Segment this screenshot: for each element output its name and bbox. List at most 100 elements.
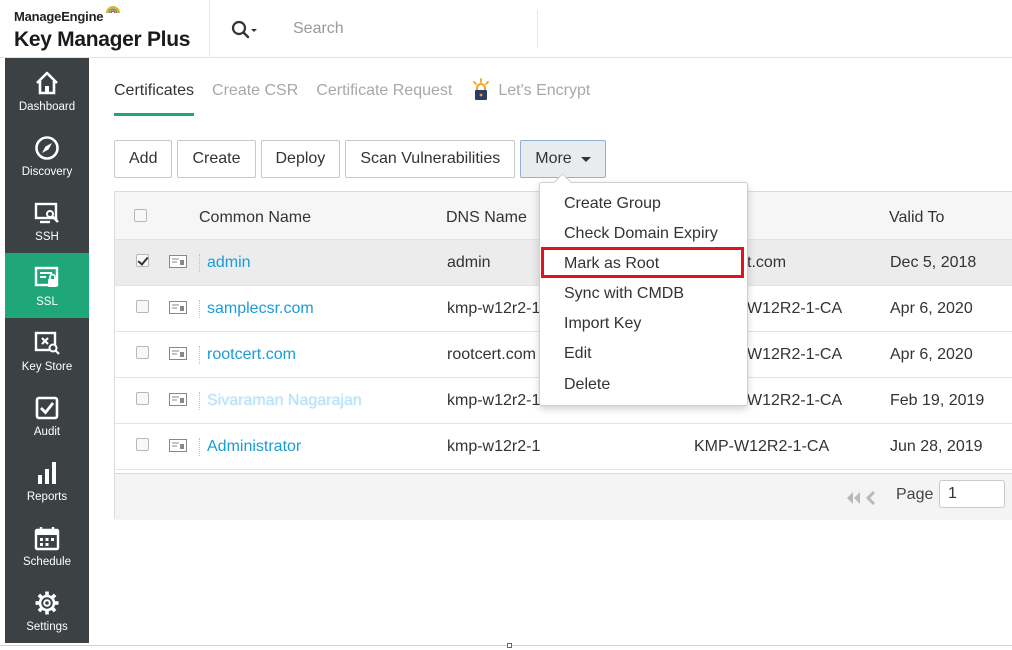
more-dropdown-button[interactable]: More [520, 140, 606, 178]
dns-name-cell: rootcert.com [447, 346, 536, 363]
sidebar-item-label: SSL [36, 295, 58, 308]
column-header-common-name[interactable]: Common Name [199, 209, 311, 227]
common-name-link[interactable]: rootcert.com [207, 346, 296, 364]
sidebar-item-label: Schedule [23, 555, 71, 568]
sidebar-item-discovery[interactable]: Discovery [5, 123, 89, 188]
sidebar-item-dashboard[interactable]: Dashboard [5, 58, 89, 123]
home-icon [36, 71, 58, 94]
menu-item-edit[interactable]: Edit [564, 345, 592, 363]
caret-down-icon [580, 156, 591, 162]
page-number-input[interactable] [939, 480, 1005, 508]
row-checkbox[interactable] [136, 438, 149, 451]
common-name-link[interactable]: Sivaraman Nagarajan [207, 392, 362, 410]
ssh-icon [34, 202, 59, 223]
valid-to-cell: Apr 6, 2020 [890, 300, 973, 317]
tab-certificate-request[interactable]: Certificate Request [316, 82, 452, 116]
sidebar-item-label: Dashboard [18, 100, 76, 113]
issuer-cell: W12R2-1-CA [747, 300, 843, 317]
column-header-dns-name[interactable]: DNS Name [446, 209, 527, 227]
search-icon [231, 20, 257, 39]
brand-arc-icon [106, 6, 120, 14]
row-separator [199, 300, 200, 318]
page-label: Page [896, 486, 934, 503]
row-separator [199, 392, 200, 410]
dns-name-cell: admin [447, 254, 491, 271]
valid-to-cell: Dec 5, 2018 [890, 254, 977, 271]
column-header-valid-to[interactable]: Valid To [889, 209, 944, 227]
product-name: Key Manager Plus [14, 28, 191, 51]
ssl-tabs: Certificates Create CSR Certificate Requ… [114, 78, 608, 116]
sidebar-item-reports[interactable]: Reports [5, 448, 89, 513]
menu-item-delete[interactable]: Delete [564, 376, 610, 394]
menu-item-check-domain-expiry[interactable]: Check Domain Expiry [564, 225, 718, 243]
table-row[interactable]: Administrator kmp-w12r2-1 KMP-W12R2-1-CA… [115, 424, 1012, 470]
dns-name-cell: kmp-w12r2-1 [447, 438, 541, 455]
valid-to-cell: Apr 6, 2020 [890, 346, 973, 363]
deploy-button[interactable]: Deploy [260, 140, 341, 178]
window-bottom-edge [0, 645, 1012, 646]
mark-as-root-highlight [541, 247, 744, 278]
add-button[interactable]: Add [114, 140, 173, 178]
common-name-link[interactable]: admin [207, 254, 251, 272]
search-scope-button[interactable] [230, 19, 260, 41]
common-name-link[interactable]: Administrator [207, 438, 301, 456]
certificate-icon [169, 347, 187, 360]
sidebar-item-label: Discovery [21, 165, 73, 178]
scan-vulnerabilities-button[interactable]: Scan Vulnerabilities [345, 140, 516, 178]
tab-lets-encrypt[interactable]: Let's Encrypt [470, 78, 591, 116]
row-checkbox[interactable] [136, 300, 149, 313]
issuer-cell: KMP-W12R2-1-CA [694, 438, 830, 455]
valid-to-cell: Feb 19, 2019 [890, 392, 985, 409]
table-pagination: Page [115, 473, 1012, 520]
company-name: ManageEngine [14, 9, 104, 24]
certificate-icon [169, 301, 187, 314]
sidebar-item-label: Key Store [21, 360, 73, 373]
tab-certificates[interactable]: Certificates [114, 82, 195, 116]
sidebar-nav: Dashboard Discovery SSH SSL Key Store Au… [5, 58, 89, 643]
gear-icon [35, 591, 59, 614]
dns-name-cell: kmp-w12r2-1 [447, 300, 541, 317]
resize-handle[interactable] [507, 643, 512, 648]
sidebar-item-settings[interactable]: Settings [5, 578, 89, 643]
menu-item-create-group[interactable]: Create Group [564, 195, 661, 213]
top-header: ManageEngine Key Manager Plus [0, 0, 1012, 58]
certificate-toolbar: Add Create Deploy Scan Vulnerabilities M… [114, 140, 611, 178]
select-all-checkbox[interactable] [134, 209, 147, 222]
first-previous-page-icon[interactable] [845, 490, 881, 506]
ssl-certificate-icon [34, 266, 59, 287]
issuer-cell: t.com [747, 254, 787, 271]
calendar-icon [34, 526, 60, 550]
tab-label: Let's Encrypt [498, 82, 591, 99]
create-button[interactable]: Create [177, 140, 256, 178]
menu-item-sync-with-cmdb[interactable]: Sync with CMDB [564, 285, 684, 303]
row-checkbox[interactable] [136, 254, 149, 267]
menu-item-import-key[interactable]: Import Key [564, 315, 641, 333]
search-input[interactable] [280, 10, 538, 48]
sidebar-item-label: Settings [26, 620, 68, 633]
more-button-label: More [535, 150, 572, 167]
row-separator [199, 438, 200, 456]
lets-encrypt-icon [473, 78, 490, 100]
valid-to-cell: Jun 28, 2019 [890, 438, 983, 455]
sidebar-item-ssh[interactable]: SSH [5, 188, 89, 253]
audit-check-icon [35, 396, 59, 419]
brand-logo[interactable]: ManageEngine Key Manager Plus [0, 0, 210, 58]
issuer-cell: W12R2-1-CA [747, 392, 843, 409]
common-name-link[interactable]: samplecsr.com [207, 300, 314, 318]
sidebar-item-label: Audit [33, 425, 61, 438]
dns-name-cell: kmp-w12r2-1 [447, 392, 541, 409]
sidebar-item-key-store[interactable]: Key Store [5, 318, 89, 383]
certificate-icon [169, 393, 187, 406]
certificate-icon [169, 255, 187, 268]
row-checkbox[interactable] [136, 392, 149, 405]
issuer-cell: W12R2-1-CA [747, 346, 843, 363]
sidebar-item-schedule[interactable]: Schedule [5, 513, 89, 578]
row-checkbox[interactable] [136, 346, 149, 359]
compass-icon [35, 135, 59, 160]
key-store-icon [34, 331, 60, 355]
bar-chart-icon [38, 461, 56, 484]
sidebar-item-ssl[interactable]: SSL [5, 253, 89, 318]
sidebar-item-audit[interactable]: Audit [5, 383, 89, 448]
tab-create-csr[interactable]: Create CSR [212, 82, 298, 116]
certificate-icon [169, 439, 187, 452]
